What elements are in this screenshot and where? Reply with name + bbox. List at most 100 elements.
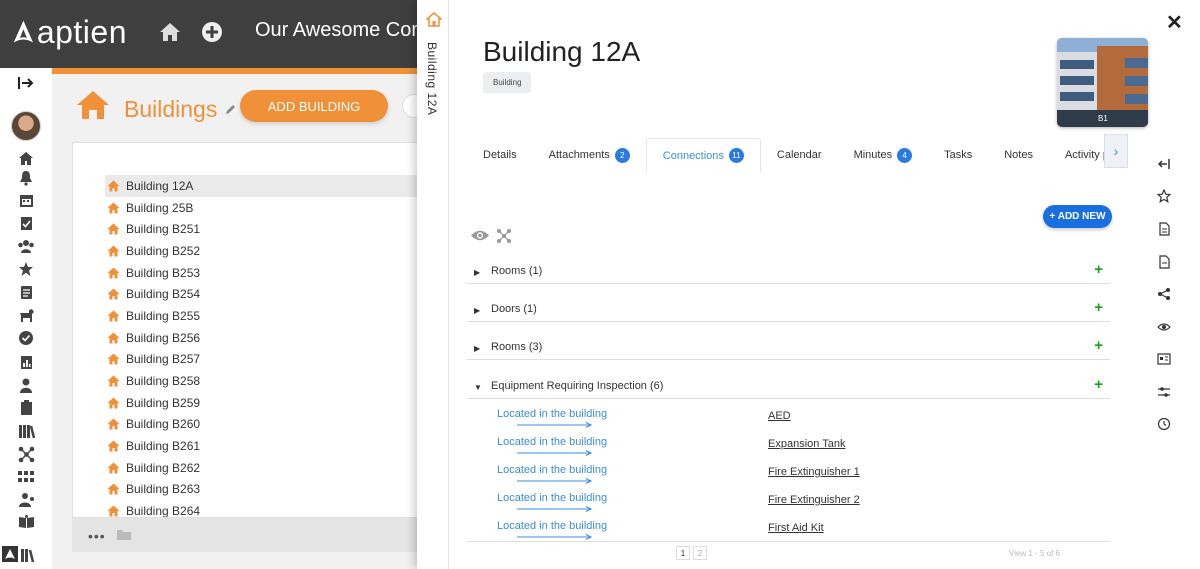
caret-right-icon[interactable]: ▶	[474, 268, 480, 277]
tree-item-label: Building B254	[126, 287, 201, 302]
tab-calendar[interactable]: Calendar	[761, 138, 838, 172]
people-group-icon[interactable]	[17, 237, 35, 255]
page-button[interactable]: 2	[693, 546, 707, 560]
star-outline-icon[interactable]	[1157, 189, 1171, 203]
add-circle-icon[interactable]	[201, 21, 223, 43]
id-card-icon[interactable]	[1157, 352, 1171, 366]
eye-icon[interactable]	[470, 229, 490, 242]
tree-item[interactable]: Building B260	[105, 414, 421, 436]
document-icon[interactable]	[17, 283, 35, 301]
connection-group[interactable]: ▶ Rooms (1) +	[467, 261, 1110, 284]
share-nodes-icon[interactable]	[1157, 287, 1171, 301]
library-icon[interactable]	[19, 546, 37, 564]
dog-icon[interactable]	[17, 306, 35, 324]
add-icon[interactable]: +	[1094, 261, 1103, 278]
tab-tasks[interactable]: Tasks	[928, 138, 988, 172]
relation-link[interactable]: Located in the building	[497, 464, 607, 476]
tree-item[interactable]: Building 25B	[105, 197, 421, 219]
tab-minutes[interactable]: Minutes 4	[838, 138, 929, 172]
sliders-icon[interactable]	[1157, 385, 1171, 399]
pencil-icon[interactable]	[224, 103, 237, 116]
building-home-icon	[107, 353, 120, 365]
bell-icon[interactable]	[17, 169, 35, 187]
tree-item[interactable]: Building B253	[105, 262, 421, 284]
app-logo-small-icon[interactable]	[2, 546, 18, 562]
add-icon[interactable]: +	[1094, 376, 1103, 393]
tree-item[interactable]: Building B264	[105, 500, 421, 517]
tree-item[interactable]: Building B262	[105, 457, 421, 479]
page-title: Buildings	[124, 96, 218, 122]
add-building-button[interactable]: ADD BUILDING	[240, 90, 388, 122]
relation-link[interactable]: Located in the building	[497, 520, 607, 532]
connected-item-link[interactable]: Fire Extinguisher 2	[768, 494, 860, 506]
connection-group[interactable]: ▶ Doors (1) +	[467, 299, 1110, 322]
tree-item[interactable]: Building B252	[105, 240, 421, 262]
tab-count-badge: 2	[614, 147, 630, 163]
caret-down-icon[interactable]: ▼	[474, 383, 482, 392]
connected-item-link[interactable]: First Aid Kit	[768, 522, 824, 534]
home-icon[interactable]	[159, 22, 181, 42]
connections-icon[interactable]	[17, 445, 35, 463]
drawer-home-icon[interactable]	[426, 12, 442, 27]
connection-group[interactable]: ▶ Rooms (3) +	[467, 337, 1110, 360]
clipboard-check-icon[interactable]	[17, 214, 35, 232]
connected-item-link[interactable]: Expansion Tank	[768, 438, 845, 450]
tab-details[interactable]: Details	[467, 138, 533, 172]
tab-connections[interactable]: Connections 11	[645, 138, 761, 172]
report-icon[interactable]	[17, 353, 35, 371]
eye-outline-icon[interactable]	[1157, 320, 1171, 334]
building-home-icon	[107, 462, 120, 474]
tree-item[interactable]: Building B256	[105, 327, 421, 349]
document-text-icon[interactable]	[1157, 255, 1171, 269]
tree-item[interactable]: Building B259	[105, 392, 421, 414]
user-settings-icon[interactable]	[17, 490, 35, 508]
tree-item[interactable]: Building 12A	[105, 175, 421, 197]
page-button[interactable]: 1	[676, 546, 690, 560]
aptien-logo[interactable]: aptien	[12, 14, 127, 50]
connection-row: Located in the building Fire Extinguisher…	[467, 462, 1110, 490]
tree-item[interactable]: Building B263	[105, 479, 421, 501]
tree-item[interactable]: Building B254	[105, 283, 421, 305]
graph-view-icon[interactable]	[496, 228, 512, 244]
home-icon[interactable]	[17, 149, 35, 167]
tree-item[interactable]: Building B255	[105, 305, 421, 327]
grid-icon[interactable]	[17, 468, 35, 486]
tree-item[interactable]: Building B261	[105, 435, 421, 457]
expand-menu-icon[interactable]	[17, 74, 35, 92]
tab-label: Notes	[1004, 149, 1033, 161]
more-options-icon[interactable]: •••	[88, 528, 106, 544]
relation-link[interactable]: Located in the building	[497, 436, 607, 448]
caret-right-icon[interactable]: ▶	[474, 344, 480, 353]
relation-link[interactable]: Located in the building	[497, 492, 607, 504]
add-icon[interactable]: +	[1094, 299, 1103, 316]
calendar-icon[interactable]	[17, 191, 35, 209]
tabs-scroll-right-icon[interactable]: ›	[1104, 134, 1128, 168]
connection-group[interactable]: ▼ Equipment Requiring Inspection (6) +	[467, 376, 1110, 399]
add-icon[interactable]: +	[1094, 337, 1103, 354]
tree-item[interactable]: Building B258	[105, 370, 421, 392]
group-label: Equipment Requiring Inspection (6)	[491, 380, 664, 392]
collapse-left-icon[interactable]	[1157, 157, 1171, 171]
tab-notes[interactable]: Notes	[988, 138, 1049, 172]
building-photo[interactable]: B1	[1057, 38, 1148, 127]
person-icon[interactable]	[17, 376, 35, 394]
relation-link[interactable]: Located in the building	[497, 408, 607, 420]
star-icon[interactable]	[17, 260, 35, 278]
connected-item-link[interactable]: AED	[768, 410, 791, 422]
book-icon[interactable]	[17, 513, 35, 531]
folder-icon[interactable]	[116, 528, 132, 541]
tree-item[interactable]: Building B257	[105, 349, 421, 371]
history-icon[interactable]	[1157, 417, 1171, 431]
close-icon[interactable]: ✕	[1166, 10, 1183, 35]
clipboard-icon[interactable]	[17, 399, 35, 417]
user-avatar[interactable]	[11, 111, 41, 141]
library-icon[interactable]	[17, 422, 35, 440]
connected-item-link[interactable]: Fire Extinguisher 1	[768, 466, 860, 478]
tab-attachments[interactable]: Attachments 2	[533, 138, 646, 172]
tab-activity-p[interactable]: Activity p	[1049, 138, 1105, 172]
add-new-connection-button[interactable]: + ADD NEW	[1043, 205, 1112, 228]
caret-right-icon[interactable]: ▶	[474, 306, 480, 315]
document-icon[interactable]	[1157, 222, 1171, 236]
check-circle-icon[interactable]	[17, 329, 35, 347]
tree-item[interactable]: Building B251	[105, 218, 421, 240]
